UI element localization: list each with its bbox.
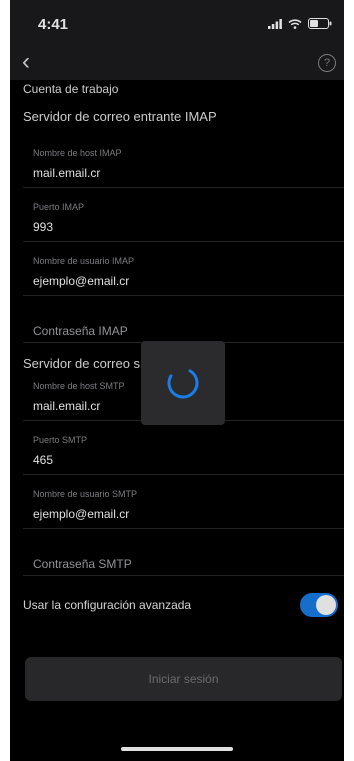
imap-host-value: mail.email.cr [33, 166, 101, 180]
advanced-settings-label: Usar la configuración avanzada [23, 598, 192, 612]
spinner-icon [167, 367, 199, 399]
nav-bar: ‹ ? [10, 48, 344, 80]
smtp-username-value: ejemplo@email.cr [33, 507, 130, 521]
imap-host-label: Nombre de host IMAP [33, 148, 122, 158]
help-icon[interactable]: ? [318, 54, 336, 72]
home-indicator [121, 747, 233, 751]
smtp-username-field[interactable]: Nombre de usuario SMTP ejemplo@email.cr [23, 475, 344, 529]
smtp-host-label: Nombre de host SMTP [33, 381, 125, 391]
imap-port-label: Puerto IMAP [33, 202, 85, 212]
advanced-settings-toggle[interactable] [300, 593, 338, 617]
smtp-port-label: Puerto SMTP [33, 435, 88, 445]
advanced-settings-row: Usar la configuración avanzada [10, 576, 344, 632]
app-screen: 4:41 ‹ ? Cuenta de trabajo Servidor de c… [10, 0, 344, 761]
imap-port-value: 993 [33, 220, 54, 234]
status-icons [268, 18, 332, 29]
imap-password-label: Contraseña IMAP [33, 324, 128, 338]
smtp-username-label: Nombre de usuario SMTP [33, 489, 138, 499]
status-time: 4:41 [38, 16, 69, 33]
wifi-icon [288, 18, 302, 29]
imap-host-field[interactable]: Nombre de host IMAP mail.email.cr [23, 134, 344, 188]
sign-in-button[interactable]: Iniciar sesión [25, 657, 342, 701]
loading-box [141, 341, 225, 425]
imap-username-field[interactable]: Nombre de usuario IMAP ejemplo@email.cr [23, 242, 344, 296]
back-icon[interactable]: ‹ [22, 50, 30, 74]
signal-icon [268, 18, 282, 29]
smtp-port-value: 465 [33, 453, 54, 467]
toggle-knob [316, 595, 336, 615]
imap-password-field[interactable]: Contraseña IMAP [23, 296, 344, 343]
smtp-password-label: Contraseña SMTP [33, 557, 132, 571]
battery-icon [308, 18, 332, 29]
smtp-host-value: mail.email.cr [33, 399, 101, 413]
imap-username-value: ejemplo@email.cr [33, 274, 130, 288]
imap-section-header: Servidor de correo entrante IMAP [23, 109, 217, 124]
account-type-row[interactable]: Cuenta de trabajo [10, 80, 344, 108]
smtp-port-field[interactable]: Puerto SMTP 465 [23, 421, 344, 475]
account-type-label: Cuenta de trabajo [23, 82, 119, 96]
imap-username-label: Nombre de usuario IMAP [33, 256, 135, 266]
status-bar: 4:41 [10, 0, 344, 48]
imap-port-field[interactable]: Puerto IMAP 993 [23, 188, 344, 242]
smtp-password-field[interactable]: Contraseña SMTP [23, 529, 344, 576]
